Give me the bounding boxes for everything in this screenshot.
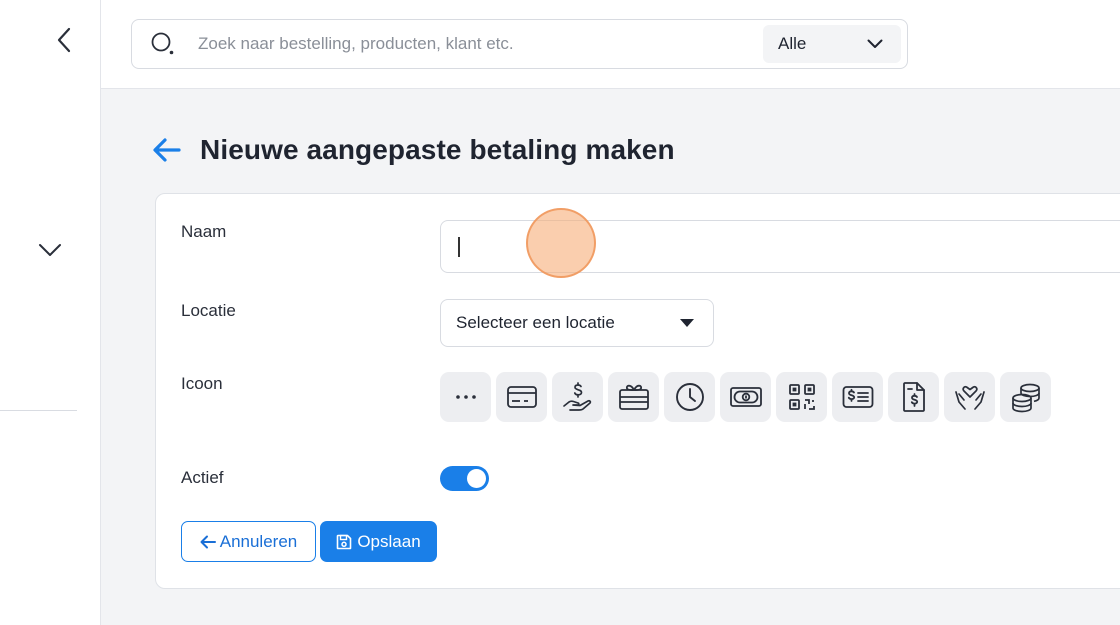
icon-option-hand-heart[interactable]	[944, 372, 995, 422]
active-label: Actief	[181, 468, 224, 487]
cancel-button[interactable]: Annuleren	[181, 521, 316, 562]
gift-card-icon	[618, 384, 649, 410]
icon-option-gift-card[interactable]	[608, 372, 659, 422]
hand-dollar-icon	[562, 382, 591, 411]
search-input[interactable]	[198, 20, 763, 68]
icon-option-more[interactable]	[440, 372, 491, 422]
name-label: Naam	[181, 222, 227, 241]
clock-icon	[675, 383, 704, 411]
page-title: Nieuwe aangepaste betaling maken	[200, 134, 675, 165]
location-label: Locatie	[181, 301, 236, 320]
chevron-down-icon	[867, 39, 883, 48]
coins-icon	[1011, 383, 1040, 413]
save-button[interactable]: Opslaan	[320, 521, 437, 562]
caret-down-icon	[680, 319, 694, 327]
more-dots-icon	[455, 395, 476, 399]
chevron-down-icon	[39, 244, 61, 256]
sidebar-expand-button[interactable]	[34, 234, 66, 266]
cancel-button-label: Annuleren	[219, 531, 298, 551]
page-header: Nieuwe aangepaste betaling maken	[150, 133, 675, 167]
payment-form-card: Naam Locatie Selecteer een locatie Icoon	[155, 193, 1120, 589]
icon-option-banknote[interactable]	[720, 372, 771, 422]
icon-option-credit-card[interactable]	[496, 372, 547, 422]
search-scope-select[interactable]: Alle	[763, 25, 901, 63]
dollar-card-icon	[842, 386, 873, 408]
name-input[interactable]	[440, 220, 1120, 273]
chevron-left-icon	[57, 27, 71, 53]
location-select[interactable]: Selecteer een locatie	[440, 299, 714, 347]
credit-card-icon	[506, 386, 537, 408]
icon-option-hand-dollar[interactable]	[552, 372, 603, 422]
qr-code-icon	[788, 384, 815, 410]
search-scope-value: Alle	[778, 34, 807, 53]
icon-picker	[440, 372, 1051, 422]
banknote-icon	[729, 387, 762, 407]
sidebar	[0, 0, 101, 625]
text-caret	[458, 237, 460, 257]
icon-label: Icoon	[181, 374, 223, 393]
active-toggle[interactable]	[440, 466, 489, 491]
hand-heart-icon	[954, 385, 985, 410]
icon-option-dollar-document[interactable]	[888, 372, 939, 422]
icon-option-dollar-card[interactable]	[832, 372, 883, 422]
dollar-document-icon	[902, 382, 925, 412]
icon-option-coins[interactable]	[1000, 372, 1051, 422]
toggle-knob	[467, 469, 486, 488]
arrow-left-icon	[200, 535, 216, 548]
arrow-left-icon	[153, 138, 181, 162]
search-bar: Alle	[131, 19, 908, 69]
search-icon	[151, 32, 174, 55]
back-button[interactable]	[150, 133, 184, 167]
save-button-label: Opslaan	[357, 531, 421, 551]
icon-option-qr-code[interactable]	[776, 372, 827, 422]
topbar: Alle	[101, 0, 1120, 89]
icon-option-clock[interactable]	[664, 372, 715, 422]
floppy-disk-icon	[337, 534, 352, 549]
sidebar-collapse-button[interactable]	[48, 24, 80, 56]
location-select-value: Selecteer een locatie	[456, 313, 615, 332]
sidebar-divider	[0, 410, 77, 411]
